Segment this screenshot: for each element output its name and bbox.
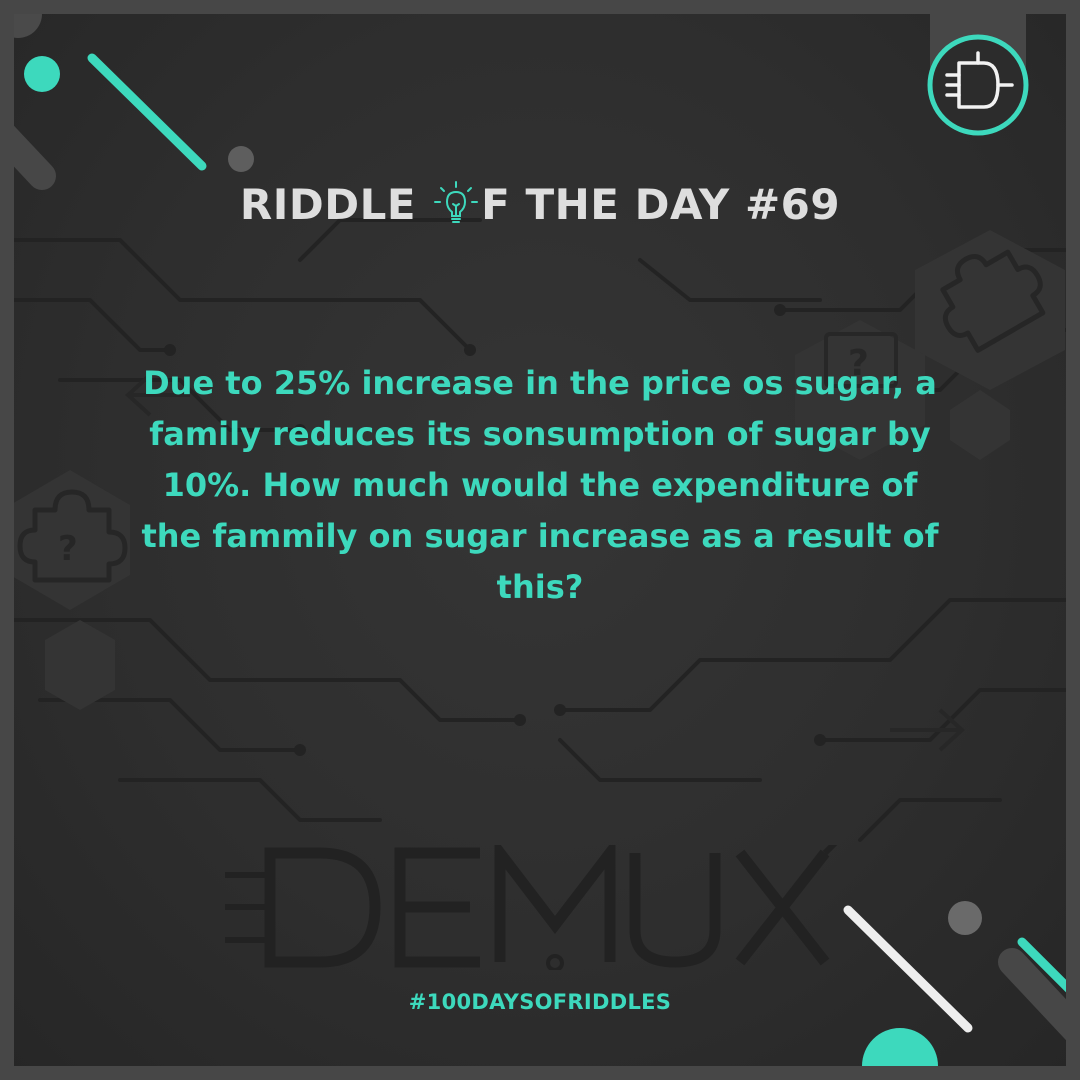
title-prefix: RIDDLE	[239, 180, 432, 229]
dot-decoration	[24, 56, 60, 92]
dot-decoration	[228, 146, 254, 172]
title-suffix: F THE DAY #69	[481, 180, 841, 229]
riddle-title: RIDDLE F THE DAY #69	[0, 178, 1080, 229]
demux-gate-logo-icon	[927, 34, 1029, 136]
riddle-question: Due to 25% increase in the price os suga…	[141, 364, 939, 606]
stripe-decoration	[0, 110, 56, 190]
stripe-decoration	[87, 53, 207, 171]
dot-decoration	[0, 0, 42, 38]
dot-decoration	[948, 901, 982, 935]
dot-decoration	[862, 1028, 938, 1080]
question-mark-icon: ?	[58, 529, 78, 569]
lightbulb-icon	[434, 181, 479, 223]
riddle-post: ? ? RIDDLE F THE DAY #69 Due to 25% incr…	[0, 0, 1080, 1080]
demux-watermark-logo	[225, 845, 838, 970]
hashtag: #100DAYSOFRIDDLES	[408, 990, 672, 1014]
